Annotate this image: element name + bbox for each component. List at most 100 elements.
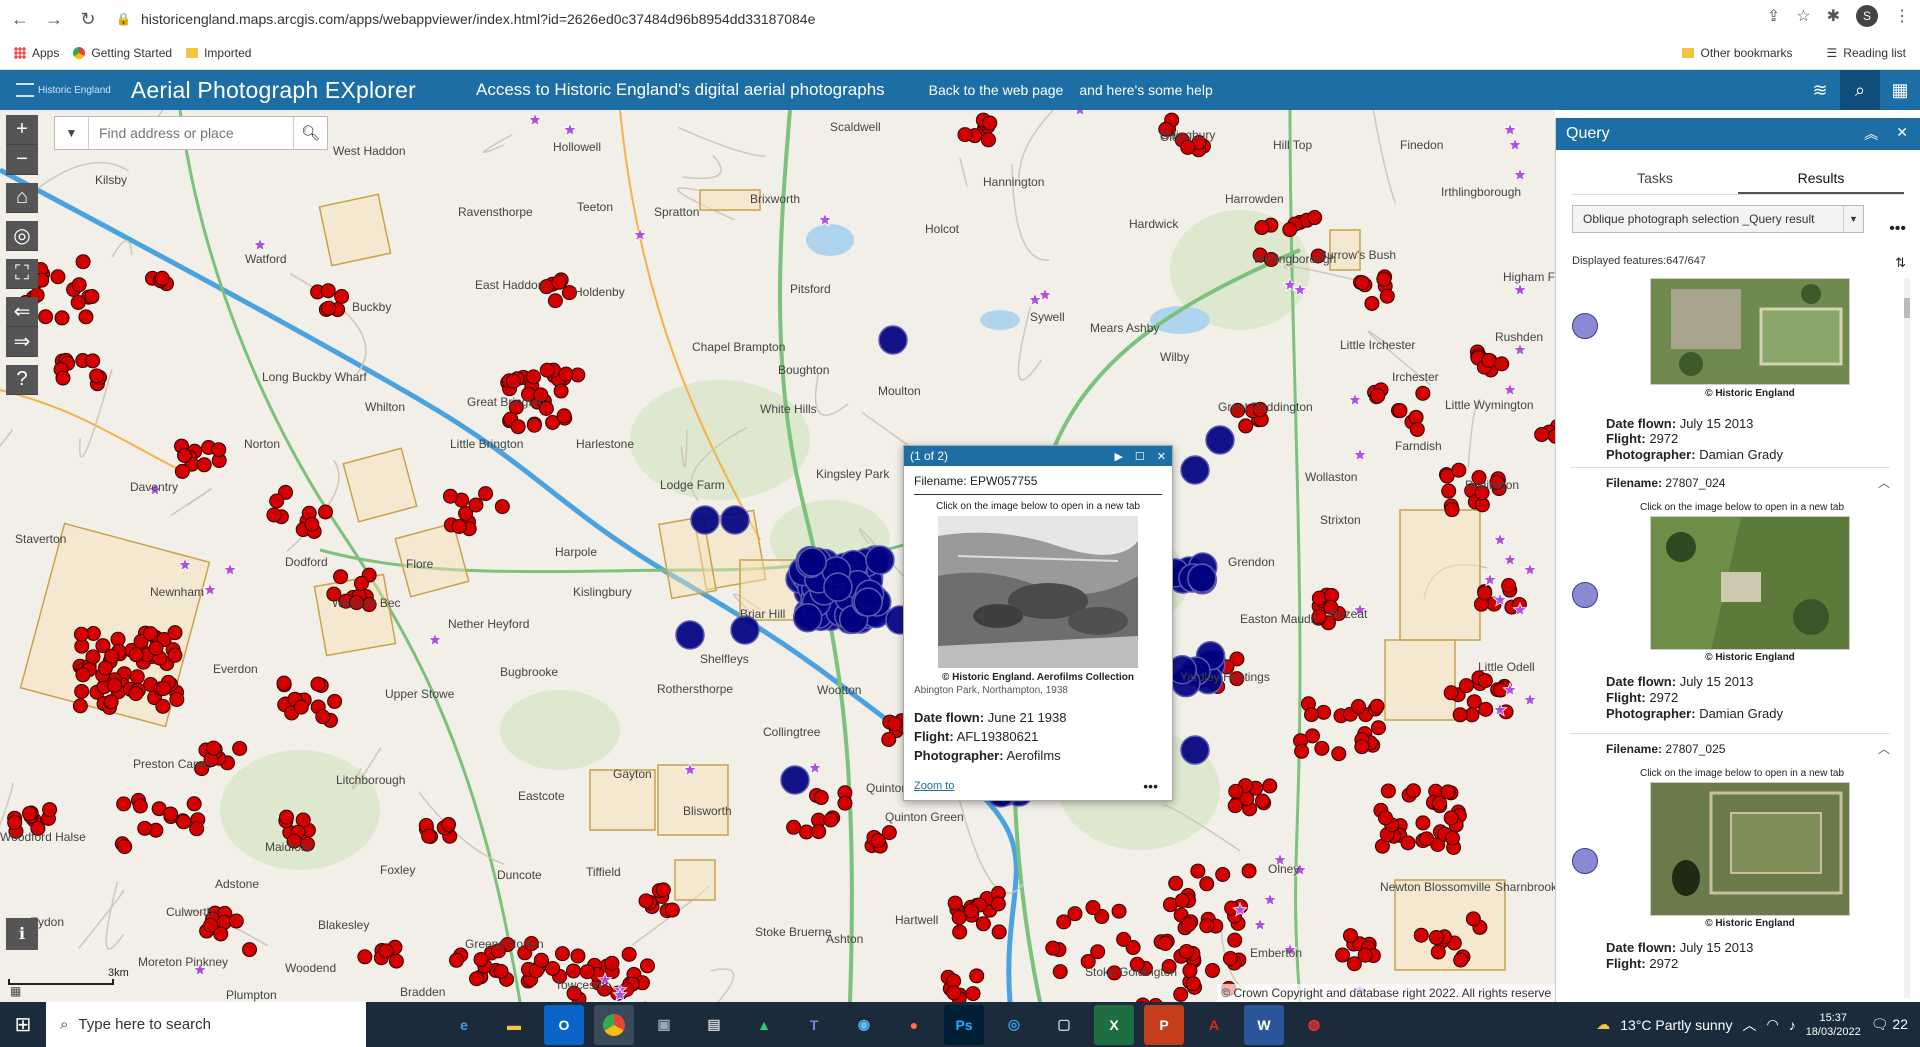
photo-point-red — [1415, 815, 1431, 831]
star-icon[interactable]: ☆ — [1796, 6, 1810, 26]
result-photo[interactable] — [1650, 516, 1850, 650]
app-icon[interactable]: ▲ — [744, 1005, 784, 1045]
grid-icon[interactable]: ▦ — [1880, 70, 1920, 110]
app-icon[interactable]: ▤ — [694, 1005, 734, 1045]
home-button[interactable]: ⌂ — [6, 183, 38, 213]
fullscreen-button[interactable]: ⛶ — [6, 259, 38, 289]
search-icon[interactable]: 🔍︎ — [293, 117, 327, 149]
teams-icon[interactable]: T — [794, 1005, 834, 1045]
profile-avatar[interactable]: S — [1856, 5, 1878, 27]
info-button[interactable]: ℹ — [6, 918, 38, 950]
chevron-up-icon[interactable]: ︿ — [1878, 740, 1890, 757]
layers-icon[interactable]: ≋ — [1800, 70, 1840, 110]
photo-point-red — [963, 903, 979, 919]
zoom-out-button[interactable]: − — [6, 145, 38, 175]
result-options-icon[interactable]: ••• — [1889, 220, 1906, 238]
bookmark-other[interactable]: Other bookmarks — [1682, 46, 1793, 60]
app-icon[interactable]: ◍ — [1294, 1005, 1334, 1045]
photo-point-red — [965, 986, 981, 1002]
locate-button[interactable]: ◎ — [6, 221, 38, 251]
forward-icon[interactable]: → — [40, 5, 68, 33]
search-input[interactable] — [89, 117, 293, 149]
acrobat-icon[interactable]: A — [1194, 1005, 1234, 1045]
sort-icon[interactable]: ⇅ — [1895, 255, 1906, 271]
query-icon[interactable]: ⌕ — [1840, 70, 1880, 110]
place-label: Olney — [1268, 862, 1300, 876]
outlook-icon[interactable]: O — [544, 1004, 584, 1045]
photoshop-icon[interactable]: Ps — [944, 1004, 984, 1045]
url-text[interactable]: historicengland.maps.arcgis.com/apps/web… — [141, 11, 815, 27]
tray-arrow-icon[interactable]: ︿ — [1742, 1015, 1756, 1035]
network-icon[interactable]: ◠ — [1766, 1016, 1778, 1033]
app-icon[interactable]: ▢ — [1044, 1005, 1084, 1045]
reload-icon[interactable]: ↻ — [74, 5, 102, 33]
tab-tasks[interactable]: Tasks — [1572, 164, 1738, 194]
address-bar[interactable]: 🔒 historicengland.maps.arcgis.com/apps/w… — [116, 11, 815, 27]
firefox-icon[interactable]: ● — [894, 1005, 934, 1045]
share-icon[interactable]: ⇪ — [1767, 6, 1780, 26]
excel-icon[interactable]: X — [1094, 1004, 1134, 1045]
word-icon[interactable]: W — [1244, 1004, 1284, 1045]
apps-icon — [14, 47, 26, 59]
photo-point-red — [1364, 295, 1380, 311]
zoom-in-button[interactable]: + — [6, 115, 38, 145]
previous-extent-button[interactable]: ⇐ — [6, 297, 38, 327]
help-button[interactable]: ? — [6, 365, 38, 395]
tab-results[interactable]: Results — [1738, 164, 1904, 194]
result-select[interactable]: Oblique photograph selection _Query resu… — [1572, 205, 1864, 233]
popup-photo[interactable] — [938, 516, 1138, 668]
place-label: Culworth — [166, 905, 214, 919]
collapse-icon[interactable]: ︽ — [1864, 124, 1878, 144]
next-extent-button[interactable]: ⇒ — [6, 327, 38, 357]
menu-icon[interactable]: ⋮ — [1894, 6, 1910, 26]
search-source-dropdown[interactable]: ▼ — [55, 117, 89, 149]
windows-start-icon[interactable]: ⊞ — [0, 1002, 46, 1047]
taskbar-search[interactable]: ⌕ Type here to search — [46, 1002, 366, 1047]
result-photo[interactable] — [1650, 278, 1850, 385]
file-explorer-icon[interactable]: ▬ — [494, 1005, 534, 1045]
notifications-icon[interactable]: 🗨︎ 22 — [1871, 1016, 1908, 1033]
app-icon[interactable]: ◎ — [994, 1005, 1034, 1045]
map-canvas[interactable] — [0, 110, 1555, 1002]
maximize-icon[interactable]: ☐ — [1135, 450, 1145, 463]
photo-point-red — [74, 683, 90, 699]
reading-list[interactable]: ☰ Reading list — [1827, 46, 1906, 60]
volume-icon[interactable]: ♪ — [1789, 1017, 1796, 1033]
more-icon[interactable]: ••• — [1143, 778, 1158, 794]
photo-point-red — [163, 806, 179, 822]
bookmark-apps[interactable]: Apps — [14, 46, 59, 60]
app-icon[interactable]: ◉ — [844, 1005, 884, 1045]
place-label: Woodford Halse — [0, 830, 86, 844]
next-feature-icon[interactable]: ▶ — [1114, 450, 1122, 463]
powerpoint-icon[interactable]: P — [1144, 1004, 1184, 1045]
place-label: Boughton — [778, 363, 830, 377]
list-item[interactable]: © Historic England Date flown: July 15 2… — [1570, 278, 1890, 468]
weather-text[interactable]: 13°C Partly sunny — [1620, 1017, 1732, 1033]
close-icon[interactable]: ✕ — [1157, 450, 1166, 463]
bookmark-imported[interactable]: Imported — [186, 46, 251, 60]
help-link[interactable]: and here's some help — [1079, 82, 1212, 98]
photo-point-red — [156, 681, 172, 697]
back-icon[interactable]: ← — [6, 5, 34, 33]
bookmarks-bar: Apps Getting Started Imported Other book… — [0, 38, 1920, 68]
windows-taskbar: ⊞ ⌕ Type here to search e ▬ O ▣ ▤ ▲ T ◉ … — [0, 1002, 1920, 1047]
zoom-to-link[interactable]: Zoom to — [914, 780, 954, 792]
edge-icon[interactable]: e — [444, 1005, 484, 1045]
app-icon[interactable]: ▣ — [644, 1005, 684, 1045]
results-scrollbar[interactable] — [1904, 278, 1910, 998]
clock[interactable]: 15:37 18/03/2022 — [1806, 1011, 1861, 1039]
extensions-icon[interactable]: ✱ — [1827, 6, 1840, 26]
chevron-up-icon[interactable]: ︿ — [1878, 474, 1890, 491]
chrome-icon[interactable] — [594, 1004, 634, 1045]
list-item[interactable]: Filename: 27807_025 ︿ Click on the image… — [1570, 734, 1890, 1000]
result-flight: Flight: 2972 — [1606, 956, 1679, 971]
overview-icon[interactable]: ▦ — [10, 984, 21, 998]
close-panel-icon[interactable]: ✕ — [1896, 124, 1908, 144]
back-to-web-link[interactable]: Back to the web page — [929, 82, 1064, 98]
bookmark-getting-started[interactable]: Getting Started — [73, 46, 172, 60]
photo-point-red — [887, 716, 903, 732]
result-photo[interactable] — [1650, 782, 1850, 916]
list-item[interactable]: Filename: 27807_024 ︿ Click on the image… — [1570, 468, 1890, 734]
aerial-photo-image[interactable] — [938, 516, 1138, 668]
map-view[interactable]: Kilsby West Haddon Hollowell Scaldwell Old Or… — [0, 110, 1555, 1002]
